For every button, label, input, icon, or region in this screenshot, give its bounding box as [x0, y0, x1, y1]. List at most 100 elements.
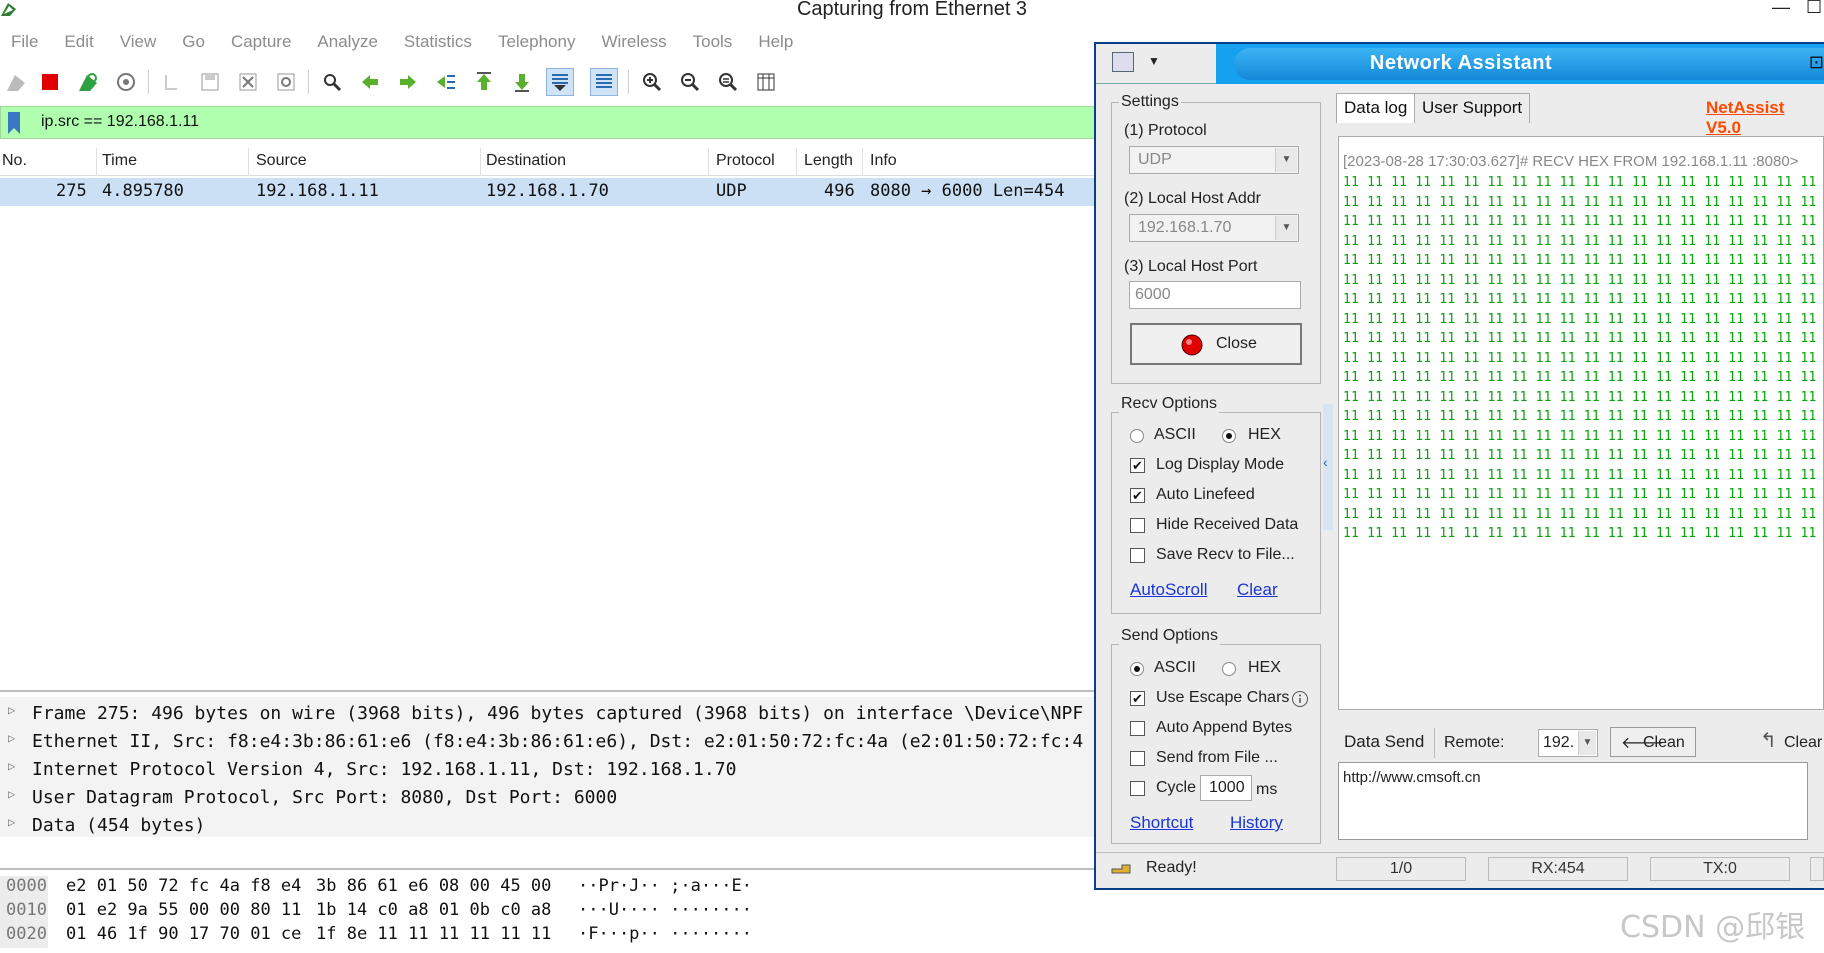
cycle-interval-field[interactable]: 1000: [1200, 775, 1252, 801]
menu-tools[interactable]: Tools: [682, 28, 748, 56]
chevron-down-icon[interactable]: ▼: [1275, 216, 1297, 240]
clear-button[interactable]: Clear: [1784, 734, 1822, 752]
close-button[interactable]: Close: [1130, 323, 1302, 365]
column-time[interactable]: Time: [102, 152, 137, 170]
detail-row-ip[interactable]: ▷ Internet Protocol Version 4, Src: 192.1…: [0, 756, 1100, 784]
menu-view[interactable]: View: [109, 28, 172, 56]
menu-statistics[interactable]: Statistics: [393, 28, 487, 56]
colorize-icon[interactable]: [590, 68, 618, 96]
append-bytes-checkbox[interactable]: [1130, 721, 1145, 736]
bookmark-icon[interactable]: [7, 111, 21, 135]
restart-capture-icon[interactable]: [74, 68, 102, 96]
first-packet-icon[interactable]: [470, 68, 498, 96]
data-log-area[interactable]: [2023-08-28 17:30:03.627]# RECV HEX FROM…: [1338, 136, 1824, 710]
column-source[interactable]: Source: [256, 152, 307, 170]
column-info[interactable]: Info: [870, 152, 897, 170]
collapse-arrow-icon[interactable]: ‹: [1323, 454, 1328, 470]
stop-capture-icon[interactable]: [36, 68, 64, 96]
detail-row-udp[interactable]: ▷ User Datagram Protocol, Src Port: 8080,…: [0, 784, 1100, 812]
cycle-checkbox[interactable]: [1130, 781, 1145, 796]
tab-user-support[interactable]: User Support: [1414, 93, 1531, 123]
pin-icon[interactable]: ⊡: [1809, 52, 1824, 73]
chevron-down-icon[interactable]: ▼: [1578, 731, 1596, 755]
log-hex-line: 11 11 11 11 11 11 11 11 11 11 11 11 11 1…: [1343, 331, 1817, 346]
open-file-icon[interactable]: [158, 68, 186, 96]
normal-size-icon[interactable]: [714, 68, 742, 96]
escape-chars-checkbox[interactable]: ✔: [1130, 691, 1145, 706]
packet-protocol: UDP: [716, 181, 747, 201]
menu-go[interactable]: Go: [171, 28, 220, 56]
find-packet-icon[interactable]: [318, 68, 346, 96]
column-no[interactable]: No.: [2, 152, 27, 170]
detail-row-ethernet[interactable]: ▷ Ethernet II, Src: f8:e4:3b:86:61:e6 (f8…: [0, 728, 1100, 756]
protocol-select[interactable]: UDP ▼: [1129, 146, 1299, 174]
remote-select[interactable]: 192. ▼: [1538, 729, 1598, 757]
capture-options-icon[interactable]: [112, 68, 140, 96]
clean-button[interactable]: 🡐 Clean: [1610, 727, 1696, 757]
shortcut-link[interactable]: Shortcut: [1130, 813, 1193, 833]
recv-ascii-radio[interactable]: [1130, 429, 1144, 443]
detail-row-frame[interactable]: ▷ Frame 275: 496 bytes on wire (3968 bits…: [0, 700, 1100, 728]
go-back-icon[interactable]: [356, 68, 384, 96]
last-packet-icon[interactable]: [508, 68, 536, 96]
display-filter-input[interactable]: ip.src == 192.168.1.11: [41, 113, 199, 131]
na-title: Network Assistant: [1369, 52, 1553, 74]
packet-list-header: No. Time Source Destination Protocol Len…: [0, 148, 1100, 176]
menu-help[interactable]: Help: [747, 28, 808, 56]
close-file-icon[interactable]: [234, 68, 262, 96]
pane-splitter[interactable]: [0, 868, 1100, 870]
hide-received-checkbox[interactable]: [1130, 518, 1145, 533]
menu-analyze[interactable]: Analyze: [306, 28, 392, 56]
recv-hex-radio[interactable]: [1222, 429, 1236, 443]
menu-capture[interactable]: Capture: [220, 28, 306, 56]
version-link[interactable]: NetAssist V5.0: [1706, 98, 1824, 138]
log-hex-line: 11 11 11 11 11 11 11 11 11 11 11 11 11 1…: [1343, 370, 1817, 385]
expand-arrow-icon[interactable]: ▷: [8, 731, 15, 745]
expand-arrow-icon[interactable]: ▷: [8, 703, 15, 717]
menu-telephony[interactable]: Telephony: [487, 28, 591, 56]
save-file-icon[interactable]: [196, 68, 224, 96]
expand-arrow-icon[interactable]: ▷: [8, 815, 15, 829]
display-filter-bar[interactable]: ip.src == 192.168.1.11: [0, 106, 1100, 139]
zoom-in-icon[interactable]: [638, 68, 666, 96]
pane-splitter[interactable]: [0, 690, 1100, 692]
maximize-button[interactable]: ☐: [1806, 0, 1822, 18]
minimize-button[interactable]: —: [1772, 0, 1790, 18]
host-addr-select[interactable]: 192.168.1.70 ▼: [1129, 214, 1299, 242]
packet-no: 275: [56, 181, 87, 201]
panel-splitter[interactable]: ‹: [1323, 404, 1333, 530]
save-recv-checkbox[interactable]: [1130, 548, 1145, 563]
clear-arrow-icon[interactable]: ↰: [1760, 728, 1777, 753]
start-capture-icon[interactable]: [2, 68, 30, 96]
zoom-out-icon[interactable]: [676, 68, 704, 96]
log-hex-line: 11 11 11 11 11 11 11 11 11 11 11 11 11 1…: [1343, 292, 1817, 307]
autoscroll-link[interactable]: AutoScroll: [1130, 580, 1207, 600]
auto-linefeed-checkbox[interactable]: ✔: [1130, 488, 1145, 503]
recv-clear-link[interactable]: Clear: [1237, 580, 1278, 600]
column-destination[interactable]: Destination: [486, 152, 566, 170]
host-port-field[interactable]: 6000: [1129, 281, 1301, 309]
resize-columns-icon[interactable]: [752, 68, 780, 96]
history-link[interactable]: History: [1230, 813, 1283, 833]
packet-row[interactable]: 275 4.895780 192.168.1.11 192.168.1.70 U…: [0, 178, 1100, 206]
expand-arrow-icon[interactable]: ▷: [8, 759, 15, 773]
go-forward-icon[interactable]: [394, 68, 422, 96]
menu-edit[interactable]: Edit: [53, 28, 108, 56]
menu-file[interactable]: File: [0, 28, 53, 56]
send-hex-radio[interactable]: [1222, 662, 1236, 676]
column-protocol[interactable]: Protocol: [716, 152, 775, 170]
send-text-area[interactable]: http://www.cmsoft.cn: [1338, 762, 1808, 840]
reload-icon[interactable]: [272, 68, 300, 96]
go-to-packet-icon[interactable]: [432, 68, 460, 96]
detail-row-data[interactable]: ▷ Data (454 bytes): [0, 812, 1100, 837]
send-ascii-radio[interactable]: [1130, 662, 1144, 676]
column-length[interactable]: Length: [804, 152, 853, 170]
send-file-checkbox[interactable]: [1130, 751, 1145, 766]
menu-wireless[interactable]: Wireless: [590, 28, 681, 56]
tab-data-log[interactable]: Data log: [1336, 93, 1416, 123]
autoscroll-icon[interactable]: [546, 68, 574, 96]
expand-arrow-icon[interactable]: ▷: [8, 787, 15, 801]
chevron-down-icon[interactable]: ▼: [1275, 148, 1297, 172]
info-icon[interactable]: [1291, 690, 1309, 713]
log-display-checkbox[interactable]: ✔: [1130, 458, 1145, 473]
